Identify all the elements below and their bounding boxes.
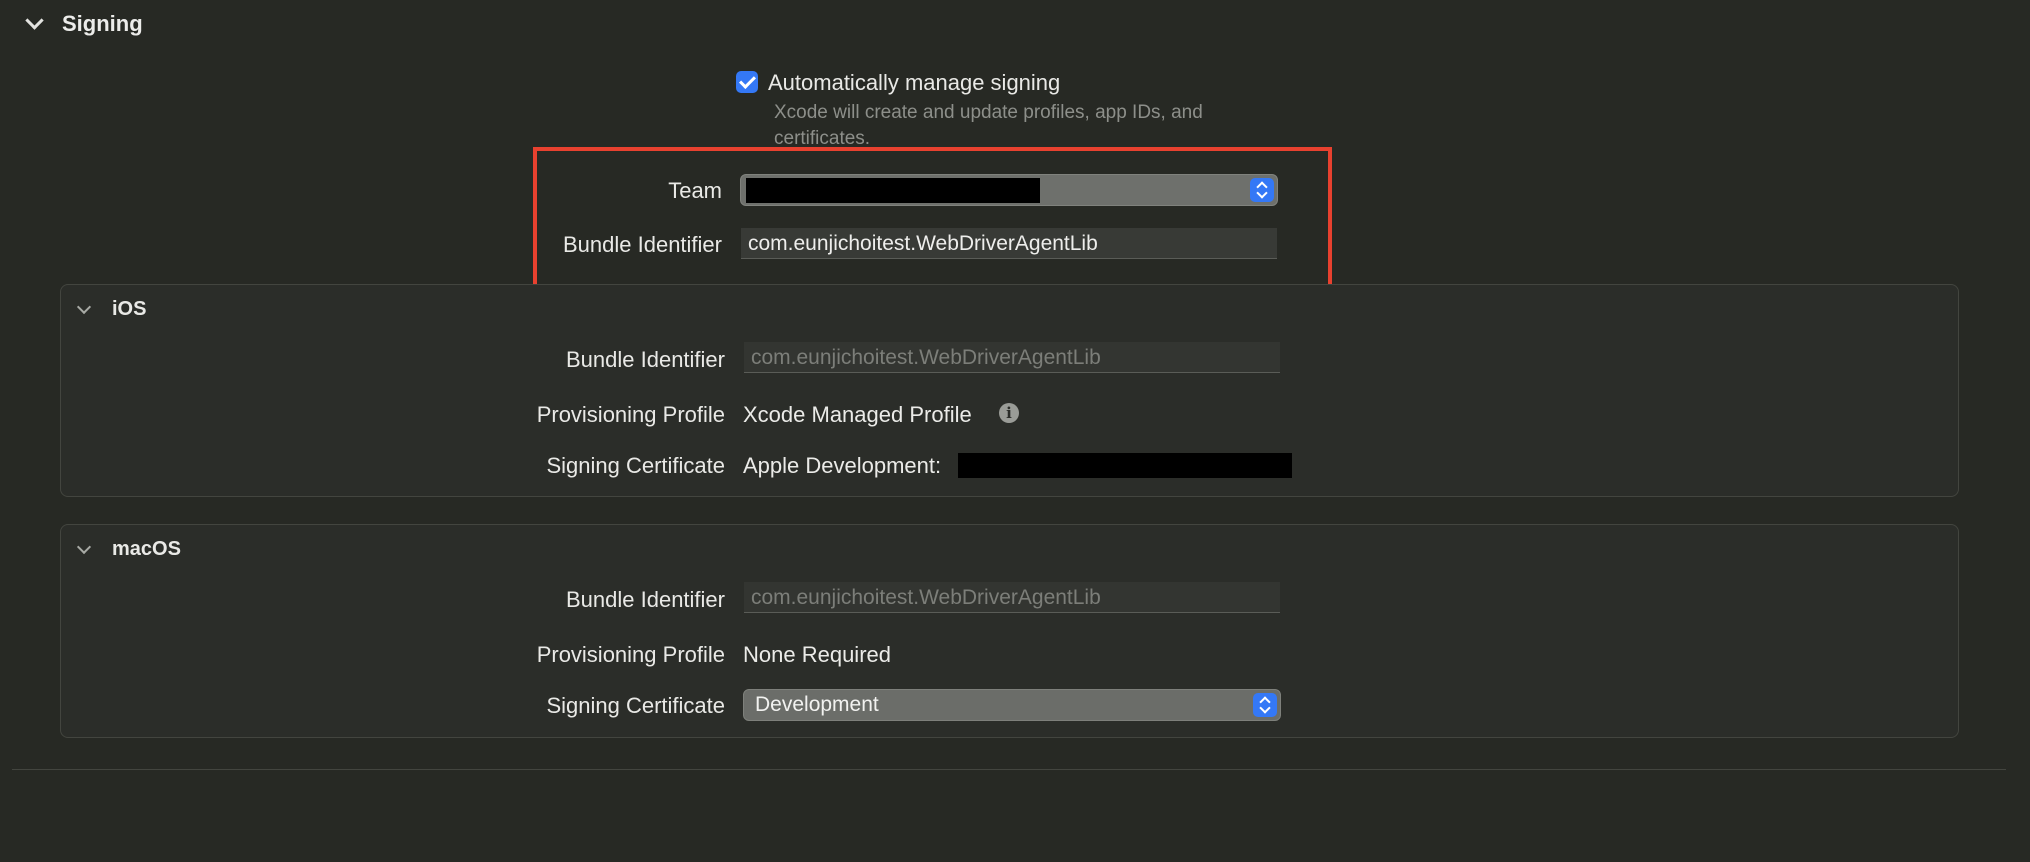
team-value-redaction — [746, 178, 1040, 203]
macos-panel-title[interactable]: macOS — [112, 538, 181, 561]
ios-signing-certificate-label: Signing Certificate — [546, 453, 725, 478]
team-popup-arrows-icon — [1250, 178, 1274, 202]
auto-manage-signing-checkbox[interactable] — [736, 71, 758, 93]
ios-panel: iOS Bundle Identifier com.eunjichoitest.… — [60, 284, 1959, 497]
macos-bundle-identifier-field: com.eunjichoitest.WebDriverAgentLib — [744, 582, 1280, 613]
team-label: Team — [668, 178, 722, 203]
macos-provisioning-profile-label: Provisioning Profile — [536, 642, 725, 667]
info-icon[interactable]: i — [999, 403, 1019, 423]
auto-manage-signing-label[interactable]: Automatically manage signing — [768, 70, 1060, 96]
macos-signing-certificate-popup[interactable]: Development — [743, 689, 1281, 721]
section-divider — [12, 769, 2006, 770]
bundle-identifier-field[interactable]: com.eunjichoitest.WebDriverAgentLib — [741, 228, 1277, 259]
ios-bundle-identifier-field: com.eunjichoitest.WebDriverAgentLib — [744, 342, 1280, 373]
auto-manage-signing-help: Xcode will create and update profiles, a… — [774, 102, 1203, 147]
signing-section-title[interactable]: Signing — [62, 11, 143, 37]
ios-provisioning-profile-label: Provisioning Profile — [536, 402, 725, 427]
signing-settings-pane: Signing Automatically manage signing Xco… — [0, 0, 2030, 862]
macos-disclosure-chevron-down-icon[interactable] — [76, 539, 92, 555]
ios-certificate-redaction — [958, 453, 1292, 478]
macos-signing-certificate-label: Signing Certificate — [546, 693, 725, 718]
bundle-identifier-label: Bundle Identifier — [563, 232, 722, 257]
macos-provisioning-profile-value: None Required — [743, 642, 891, 667]
ios-panel-title[interactable]: iOS — [112, 298, 146, 321]
ios-signing-certificate-value: Apple Development: — [743, 453, 942, 478]
macos-panel: macOS Bundle Identifier com.eunjichoites… — [60, 524, 1959, 738]
team-popup[interactable] — [740, 174, 1278, 206]
macos-bundle-identifier-label: Bundle Identifier — [566, 587, 725, 612]
highlight-box — [533, 147, 1332, 290]
signing-disclosure-chevron-down-icon[interactable] — [25, 11, 44, 30]
certificate-popup-arrows-icon — [1253, 693, 1277, 717]
ios-disclosure-chevron-down-icon[interactable] — [76, 299, 92, 315]
macos-signing-certificate-value: Development — [755, 693, 879, 716]
ios-provisioning-profile-value: Xcode Managed Profile — [743, 402, 972, 427]
ios-bundle-identifier-label: Bundle Identifier — [566, 347, 725, 372]
